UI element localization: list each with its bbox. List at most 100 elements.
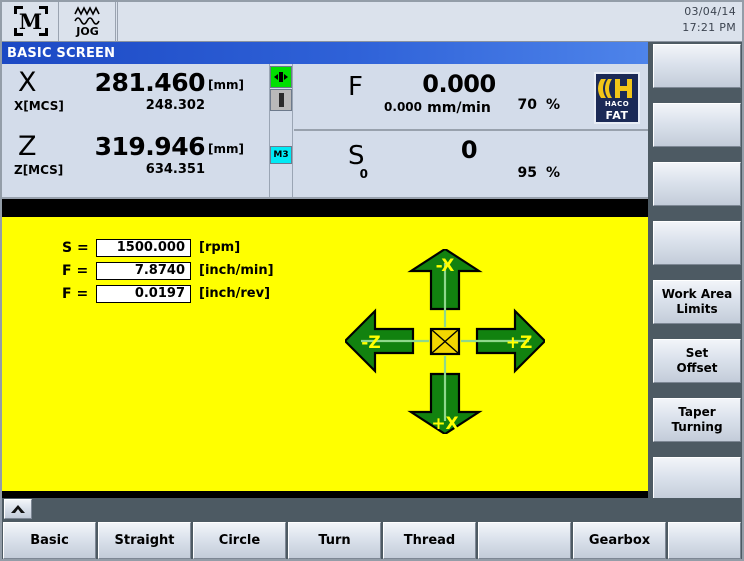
softkey-set-offset[interactable]: Set Offset — [653, 339, 741, 383]
jog-label-down: +X — [431, 414, 458, 434]
axis-row-x: X X[MCS] 281.460 [mm] 248.302 — [0, 68, 268, 130]
bottom-key-turn[interactable]: Turn — [288, 522, 381, 559]
spindle-row: S 0 0 95 % — [294, 133, 648, 197]
bottom-key-label: Thread — [403, 533, 456, 548]
machine-mode-letter: M — [18, 8, 43, 34]
parameter-label: F = — [62, 285, 89, 302]
bottom-key-label: Gearbox — [588, 533, 651, 548]
axis-unit: [mm] — [208, 78, 244, 92]
bottom-key-circle[interactable]: Circle — [193, 522, 286, 559]
jog-wave-icon: JOG — [73, 5, 103, 38]
bottom-key-gearbox[interactable]: Gearbox — [573, 522, 666, 559]
parameter-row-feed-per-min: F = 7.8740 [inch/min] — [62, 260, 274, 281]
bottom-key-label: Circle — [218, 533, 261, 548]
separator-bar-bottom — [0, 491, 648, 498]
parameter-row-spindle-speed: S = 1500.000 [rpm] — [62, 237, 274, 258]
right-softkey-column: Work Area Limits Set Offset Taper Turnin… — [650, 42, 744, 520]
jog-label-right: +Z — [506, 333, 533, 353]
parameter-unit: [inch/min] — [199, 263, 274, 278]
mode-cell-divider — [117, 1, 118, 41]
softkey-2[interactable] — [653, 103, 741, 147]
feed-override-value: 70 — [517, 97, 537, 113]
main-work-area: S = 1500.000 [rpm] F = 7.8740 [inch/min]… — [0, 217, 648, 491]
feed-row: F 0.000 0.000 mm/min 70 % HACO FAT — [294, 64, 648, 131]
axis-value: 281.460 — [94, 68, 206, 97]
machine-status-icons: M3 — [269, 64, 293, 197]
axis-mcs-label: X[MCS] — [14, 99, 64, 113]
bottom-key-label: Basic — [30, 533, 69, 548]
scroll-up-button[interactable] — [4, 499, 32, 519]
feed-per-minute-input[interactable]: 7.8740 — [96, 261, 191, 280]
softkey-taper-turning[interactable]: Taper Turning — [653, 398, 741, 442]
parameter-row-feed-per-rev: F = 0.0197 [inch/rev] — [62, 283, 274, 304]
softkey-label-line1: Work Area — [661, 287, 733, 301]
jog-label-left: -Z — [361, 333, 380, 353]
spindle-direction-icon: M3 — [270, 146, 292, 164]
tailstock-icon — [270, 89, 292, 111]
axis-unit: [mm] — [208, 142, 244, 156]
time-text: 17:21 PM — [682, 21, 736, 34]
chuck-clamped-icon — [270, 66, 292, 88]
bottom-key-6[interactable] — [478, 522, 571, 559]
softkey-label-line1: Set — [685, 346, 709, 360]
bottom-key-straight[interactable]: Straight — [98, 522, 191, 559]
machine-mode-cell[interactable]: M — [3, 1, 59, 41]
parameter-list: S = 1500.000 [rpm] F = 7.8740 [inch/min]… — [62, 237, 274, 306]
feed-actual: 0.000 — [422, 70, 496, 98]
tailstock-bar — [278, 93, 284, 107]
position-readout-panel: X X[MCS] 281.460 [mm] 248.302 Z Z[MCS] 3… — [0, 64, 648, 199]
logo-sub-text: FAT — [605, 109, 629, 122]
spindle-speed-input[interactable]: 1500.000 — [96, 238, 191, 257]
softkey-8[interactable] — [653, 457, 741, 501]
softkey-label-line2: Limits — [676, 302, 718, 316]
axis-value: 319.946 — [94, 132, 206, 161]
page-title: BASIC SCREEN — [0, 42, 648, 64]
spindle-programmed: 0 — [359, 167, 368, 181]
jog-axis-cross-icon: -X +X -Z +Z — [343, 247, 547, 436]
bottom-key-thread[interactable]: Thread — [383, 522, 476, 559]
bottom-softkey-row: Basic Straight Circle Turn Thread Gearbo… — [0, 520, 744, 561]
parameter-unit: [rpm] — [199, 240, 241, 255]
jog-mode-label: JOG — [76, 24, 99, 38]
softkey-label-line2: Turning — [671, 420, 723, 434]
bottom-key-8[interactable] — [668, 522, 741, 559]
softkey-3[interactable] — [653, 162, 741, 206]
softkey-work-area-limits[interactable]: Work Area Limits — [653, 280, 741, 324]
parameter-unit: [inch/rev] — [199, 286, 271, 301]
separator-bar-top — [0, 199, 648, 217]
axis-name: X — [18, 67, 37, 98]
bottom-status-bar — [0, 498, 744, 520]
softkey-4[interactable] — [653, 221, 741, 265]
feed-override-percent: % — [546, 97, 561, 113]
bottom-key-basic[interactable]: Basic — [3, 522, 96, 559]
spindle-override-value: 95 — [517, 165, 537, 181]
spindle-direction-label: M3 — [273, 150, 289, 160]
parameter-label: S = — [62, 239, 89, 256]
spindle-actual: 0 — [460, 136, 478, 164]
datetime-display: 03/04/14 17:21 PM — [682, 4, 736, 36]
parameter-label: F = — [62, 262, 89, 279]
page-title-text: BASIC SCREEN — [7, 45, 116, 61]
softkey-label-line2: Offset — [676, 361, 718, 375]
jog-label-up: -X — [436, 256, 455, 276]
bottom-key-label: Turn — [318, 533, 351, 548]
logo-brand-text: HACO — [604, 100, 630, 108]
top-status-bar: M JOG 03/04/14 17:21 PM — [0, 0, 744, 42]
date-text: 03/04/14 — [684, 5, 736, 18]
feed-spindle-panel: F 0.000 0.000 mm/min 70 % HACO FAT S 0 0… — [294, 64, 648, 197]
feed-per-rev-input[interactable]: 0.0197 — [96, 284, 191, 303]
axis-row-z: Z Z[MCS] 319.946 [mm] 634.351 — [0, 132, 268, 194]
haco-fat-logo: HACO FAT — [594, 72, 640, 124]
feed-letter: F — [348, 72, 363, 102]
jog-mode-cell[interactable]: JOG — [60, 1, 116, 41]
axis-mcs-value: 634.351 — [145, 162, 205, 177]
softkey-label-line1: Taper — [678, 405, 716, 419]
softkey-1[interactable] — [653, 44, 741, 88]
axis-mcs-label: Z[MCS] — [14, 163, 64, 177]
feed-units: mm/min — [427, 100, 491, 116]
haco-h-logo — [598, 77, 636, 100]
machine-mode-icon: M — [13, 6, 48, 36]
bottom-key-label: Straight — [114, 533, 175, 548]
cnc-basic-screen: M JOG 03/04/14 17:21 PM BASIC SCREEN X X… — [0, 0, 744, 561]
axis-mcs-value: 248.302 — [145, 98, 205, 113]
